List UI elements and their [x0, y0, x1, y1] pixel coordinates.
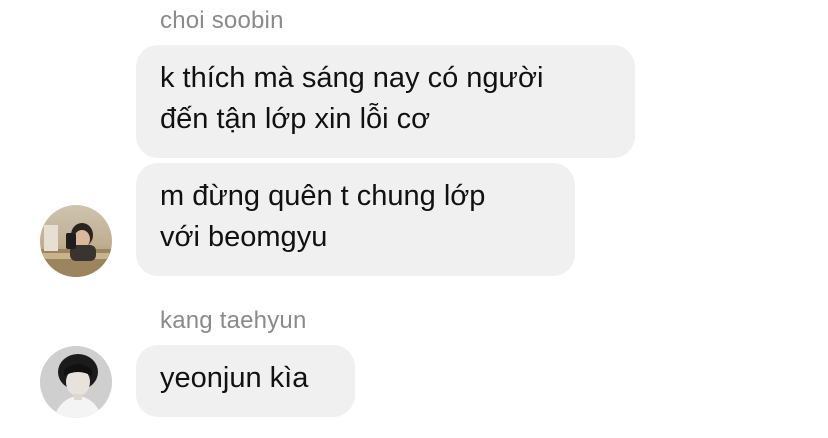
message-text-line: k thích mà sáng nay có người [160, 62, 544, 94]
sender-name: choi soobin [160, 7, 284, 34]
avatar-photo [40, 346, 112, 418]
sender-name: kang taehyun [160, 307, 307, 334]
message-text-line: với beomgyu [160, 221, 328, 253]
message-text-line: m đừng quên t chung lớp [160, 180, 486, 212]
message-bubble[interactable]: m đừng quên t chung lớp với beomgyu [136, 163, 575, 276]
user-avatar-icon[interactable] [40, 205, 112, 277]
message-text-line: yeonjun kìa [160, 362, 309, 394]
message-bubble[interactable]: yeonjun kìa [136, 345, 355, 417]
message-bubble[interactable]: k thích mà sáng nay có người đến tận lớp… [136, 45, 635, 158]
message-text-line: đến tận lớp xin lỗi cơ [160, 103, 431, 135]
avatar-photo [40, 205, 112, 277]
user-avatar-icon[interactable] [40, 346, 112, 418]
chat-thread: choi soobin k thích mà sáng nay có người… [0, 0, 828, 438]
